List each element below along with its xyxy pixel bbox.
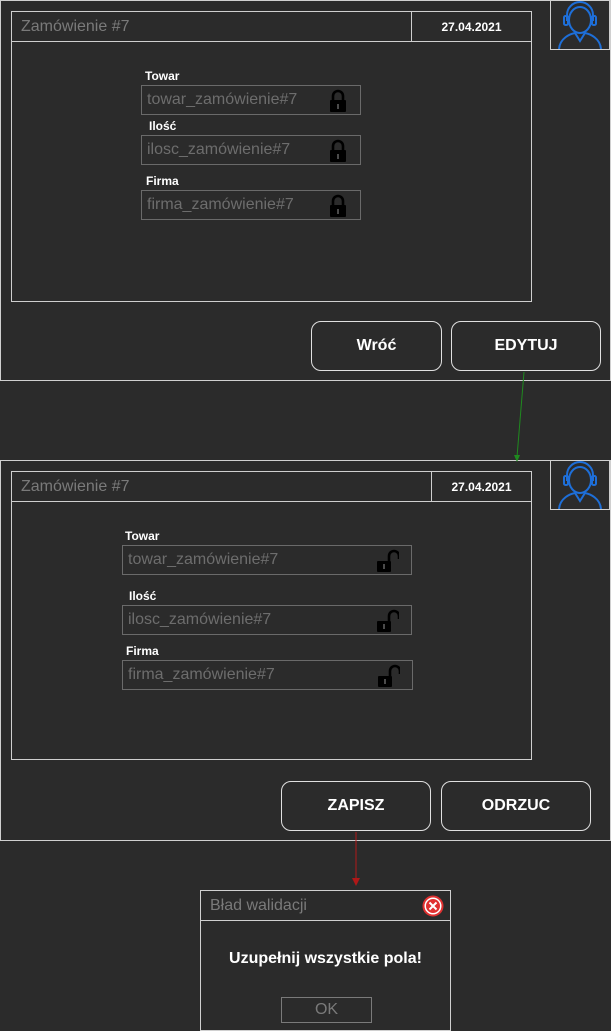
- close-circle-icon[interactable]: [422, 895, 444, 917]
- dialog-message: Uzupełnij wszystkie pola!: [229, 950, 422, 967]
- flow-arrows: [352, 371, 525, 886]
- edit-flow-arrow: [516, 371, 525, 458]
- dialog-titlebar: Bład walidacji: [201, 891, 450, 921]
- validation-error-dialog: Bład walidacji Uzupełnij wszystkie pola!…: [200, 890, 451, 1031]
- dialog-title: Bład walidacji: [210, 897, 307, 914]
- error-flow-arrowhead: [352, 878, 360, 886]
- ok-button[interactable]: OK: [281, 997, 372, 1023]
- edit-flow-arrowhead: [514, 455, 520, 462]
